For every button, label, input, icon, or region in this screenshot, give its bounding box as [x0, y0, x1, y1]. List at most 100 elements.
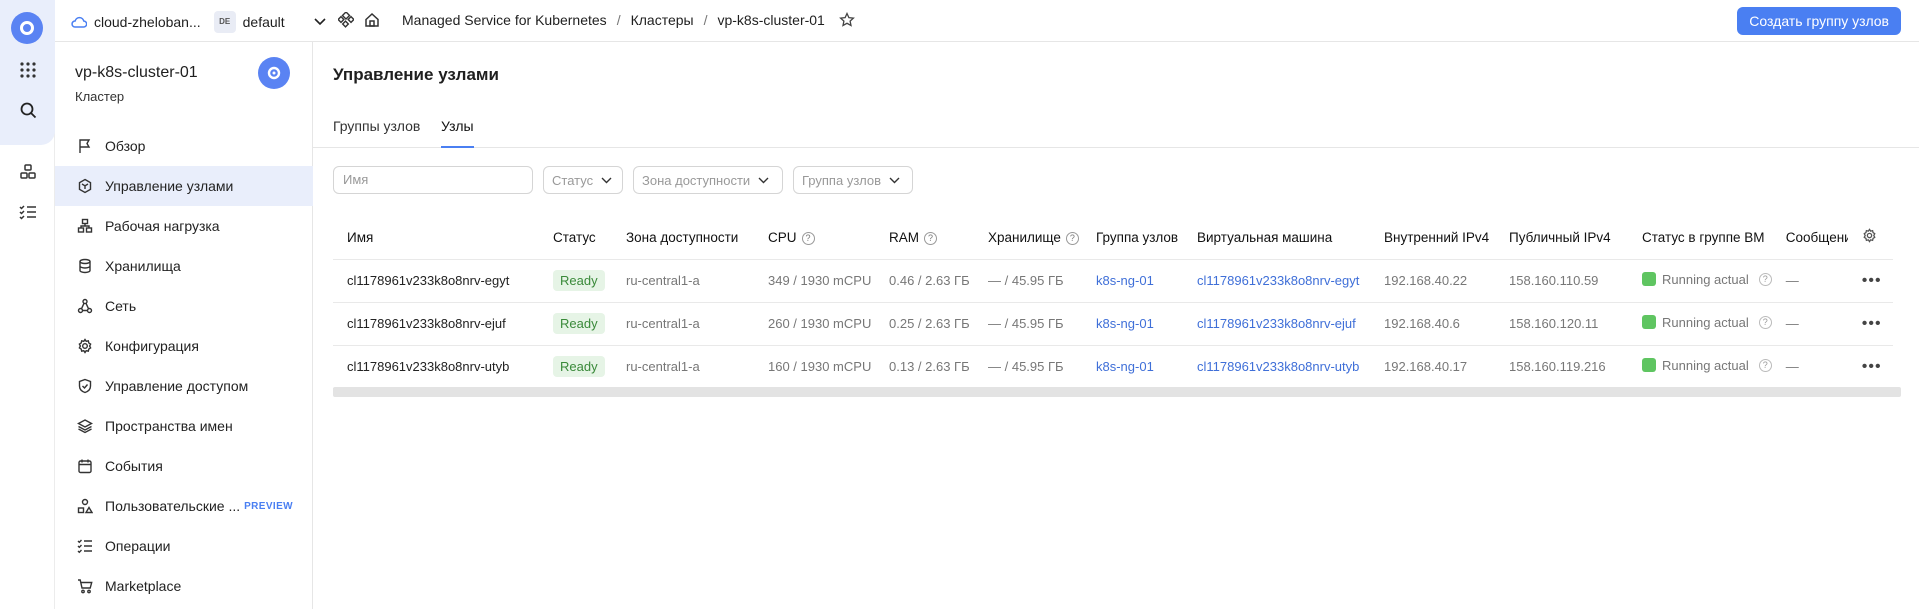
sidebar-item-marketplace[interactable]: Marketplace	[55, 566, 313, 606]
network-icon	[76, 297, 94, 315]
help-icon[interactable]: ?	[801, 231, 815, 245]
group-filter-select[interactable]: Группа узлов	[793, 166, 913, 194]
list-icon	[76, 537, 94, 555]
breadcrumb: Managed Service for Kubernetes / Кластер…	[338, 12, 855, 28]
tasks-rail-icon[interactable]	[13, 197, 43, 227]
node-group-link[interactable]: k8s-ng-01	[1082, 258, 1183, 302]
vm-link[interactable]: cl1178961v233k8o8nrv-utyb	[1183, 344, 1370, 389]
sidebar-item-access[interactable]: Управление доступом	[55, 366, 313, 406]
horizontal-scrollbar[interactable]	[333, 387, 1901, 397]
vm-link[interactable]: cl1178961v233k8o8nrv-ejuf	[1183, 301, 1370, 345]
table-row[interactable]: cl1178961v233k8o8nrv-ejuf Ready ru-centr…	[333, 301, 1893, 345]
row-actions-cell: •••	[1847, 258, 1893, 302]
node-name: cl1178961v233k8o8nrv-ejuf	[333, 301, 539, 345]
table-row[interactable]: cl1178961v233k8o8nrv-egyt Ready ru-centr…	[333, 258, 1893, 302]
column-header-message[interactable]: Сообщени	[1772, 216, 1848, 259]
status-badge: Ready	[553, 313, 605, 334]
status-filter-select[interactable]: Статус	[543, 166, 623, 194]
breadcrumb-clusters[interactable]: Кластеры	[631, 12, 694, 28]
shapes-icon	[76, 497, 94, 515]
cart-icon	[76, 577, 94, 595]
sidebar-item-overview[interactable]: Обзор	[55, 126, 313, 166]
sidebar-item-custom-resources[interactable]: Пользовательские ... PREVIEW	[55, 486, 313, 526]
help-icon[interactable]: ?	[1758, 315, 1772, 329]
sidebar-item-label: Пространства имен	[105, 418, 233, 434]
name-filter-input[interactable]: Имя	[333, 166, 533, 194]
tab-nodes[interactable]: Узлы	[441, 118, 474, 148]
help-icon[interactable]: ?	[924, 231, 937, 245]
node-name: cl1178961v233k8o8nrv-egyt	[333, 258, 539, 302]
cluster-type: Кластер	[75, 89, 125, 104]
main-content: Управление узлами Группы узлов Узлы Имя …	[313, 42, 1919, 609]
column-header-vm-status[interactable]: Статус в группе ВМ	[1628, 216, 1772, 259]
top-bar: cloud-zheloban... DE default Managed Ser…	[55, 0, 1919, 42]
services-grid-icon[interactable]	[13, 55, 43, 85]
vm-status-cell: Running actual?	[1628, 344, 1772, 389]
column-header-cpu[interactable]: CPU?	[754, 216, 875, 259]
sidebar-item-events[interactable]: События	[55, 446, 313, 486]
create-node-group-button[interactable]: Создать группу узлов	[1737, 7, 1901, 35]
help-icon[interactable]: ?	[1758, 272, 1772, 286]
tab-node-groups[interactable]: Группы узлов	[333, 118, 420, 148]
zone-filter-label: Зона доступности	[642, 172, 751, 188]
column-header-storage[interactable]: Хранилище?	[974, 216, 1082, 259]
nodes-icon	[76, 177, 94, 195]
sidebar-item-label: Операции	[105, 538, 171, 554]
column-header-name[interactable]: Имя	[333, 216, 539, 259]
vm-link[interactable]: cl1178961v233k8o8nrv-egyt	[1183, 258, 1370, 302]
zone-cell: ru-central1-a	[612, 344, 754, 389]
cloud-selector[interactable]: cloud-zheloban... DE default	[71, 11, 326, 33]
column-header-ram[interactable]: RAM?	[875, 216, 974, 259]
cpu-cell: 260 / 1930 mCPU	[754, 301, 875, 345]
sidebar-item-label: События	[105, 458, 163, 474]
sidebar-item-node-management[interactable]: Управление узлами	[55, 166, 313, 206]
cpu-cell: 160 / 1930 mCPU	[754, 344, 875, 389]
column-header-group[interactable]: Группа узлов	[1082, 216, 1183, 259]
running-status-icon	[1642, 272, 1656, 287]
calendar-icon	[76, 457, 94, 475]
table-settings-cell[interactable]	[1848, 216, 1893, 259]
sidebar-item-label: Пользовательские ...	[105, 498, 241, 514]
node-group-link[interactable]: k8s-ng-01	[1082, 301, 1183, 345]
ip-public-cell: 158.160.120.11	[1495, 301, 1628, 345]
star-icon[interactable]	[838, 12, 855, 28]
chevron-down-icon	[889, 177, 900, 183]
zone-filter-select[interactable]: Зона доступности	[633, 166, 783, 194]
cloud-logo-icon[interactable]	[11, 12, 43, 44]
storage-cell: — / 45.95 ГБ	[974, 344, 1082, 389]
column-header-vm[interactable]: Виртуальная машина	[1183, 216, 1370, 259]
sidebar-item-operations[interactable]: Операции	[55, 526, 313, 566]
home-icon[interactable]	[364, 12, 380, 28]
cpu-cell: 349 / 1930 mCPU	[754, 258, 875, 302]
database-icon	[76, 257, 94, 275]
column-header-ip-public[interactable]: Публичный IPv4	[1495, 216, 1628, 259]
breadcrumb-separator: /	[703, 12, 708, 28]
table-row[interactable]: cl1178961v233k8o8nrv-utyb Ready ru-centr…	[333, 344, 1893, 389]
column-header-zone[interactable]: Зона доступности	[612, 216, 754, 259]
search-icon[interactable]	[13, 95, 43, 125]
more-actions-icon[interactable]: •••	[1862, 315, 1882, 332]
sidebar-item-configuration[interactable]: Конфигурация	[55, 326, 313, 366]
more-actions-icon[interactable]: •••	[1862, 358, 1882, 375]
node-group-link[interactable]: k8s-ng-01	[1082, 344, 1183, 389]
kubernetes-rail-icon[interactable]	[13, 157, 43, 187]
more-actions-icon[interactable]: •••	[1862, 272, 1882, 289]
nodes-table: Имя Статус Зона доступности CPU? RAM? Хр…	[333, 216, 1893, 389]
help-icon[interactable]: ?	[1758, 358, 1772, 372]
storage-cell: — / 45.95 ГБ	[974, 301, 1082, 345]
breadcrumb-service[interactable]: Managed Service for Kubernetes	[402, 12, 607, 28]
chevron-down-icon	[601, 177, 612, 183]
sidebar-item-network[interactable]: Сеть	[55, 286, 313, 326]
column-header-ip-internal[interactable]: Внутренний IPv4	[1370, 216, 1495, 259]
column-header-status[interactable]: Статус	[539, 216, 612, 259]
service-switch-icon[interactable]	[338, 12, 354, 28]
status-cell: Ready	[539, 344, 612, 389]
sidebar-item-storage[interactable]: Хранилища	[55, 246, 313, 286]
gear-icon[interactable]	[1862, 228, 1877, 244]
node-name: cl1178961v233k8o8nrv-utyb	[333, 344, 539, 389]
gear-icon	[76, 337, 94, 355]
folder-badge: DE	[213, 11, 236, 33]
help-icon[interactable]: ?	[1065, 231, 1079, 245]
sidebar-item-workload[interactable]: Рабочая нагрузка	[55, 206, 313, 246]
sidebar-item-namespaces[interactable]: Пространства имен	[55, 406, 313, 446]
